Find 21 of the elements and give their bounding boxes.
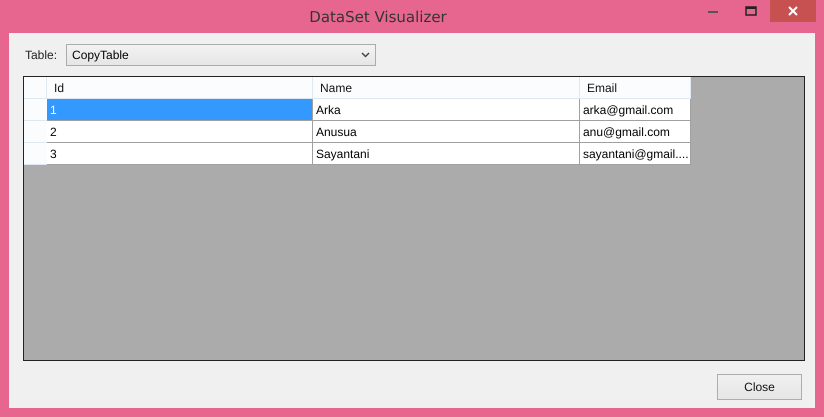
table-label: Table: xyxy=(25,48,58,62)
chevron-down-icon xyxy=(361,52,370,58)
close-button[interactable] xyxy=(770,0,816,22)
close-dialog-button[interactable]: Close xyxy=(717,374,802,400)
grid-corner xyxy=(24,77,47,99)
column-header[interactable]: Id xyxy=(47,77,313,99)
table-dropdown[interactable]: CopyTable xyxy=(66,44,376,66)
table-cell[interactable]: Arka xyxy=(313,99,580,121)
minimize-icon xyxy=(708,10,718,12)
table-cell[interactable]: 3 xyxy=(47,143,313,165)
column-header[interactable]: Email xyxy=(580,77,691,99)
window-title: DataSet Visualizer xyxy=(308,8,448,26)
table-cell[interactable]: Anusua xyxy=(313,121,580,143)
close-icon xyxy=(788,6,798,16)
table-cell[interactable]: anu@gmail.com xyxy=(580,121,691,143)
table-cell[interactable]: Sayantani xyxy=(313,143,580,165)
table-cell[interactable]: sayantani@gmail.... xyxy=(580,143,691,165)
maximize-icon xyxy=(745,6,757,16)
table-cell[interactable]: 2 xyxy=(47,121,313,143)
column-header[interactable]: Name xyxy=(313,77,580,99)
table-cell[interactable]: arka@gmail.com xyxy=(580,99,691,121)
